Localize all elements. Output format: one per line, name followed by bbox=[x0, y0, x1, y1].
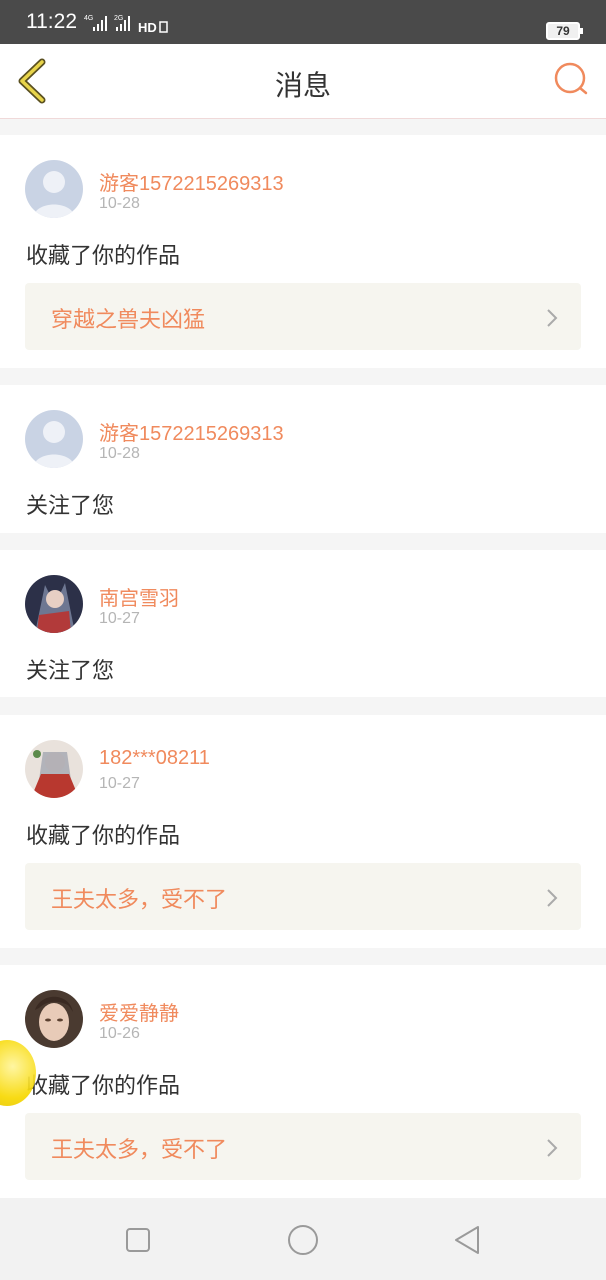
work-link[interactable]: 王夫太多，受不了 bbox=[25, 863, 581, 930]
message-card: 游客1572215269313 10-28 收藏了你的作品 穿越之兽夫凶猛 bbox=[0, 135, 606, 368]
anime-avatar-image bbox=[25, 740, 83, 798]
message-action: 关注了您 bbox=[26, 659, 115, 684]
work-link[interactable]: 穿越之兽夫凶猛 bbox=[25, 283, 581, 350]
user-name[interactable]: 182***08211 bbox=[99, 747, 210, 770]
signal-icons: 4G 2G HD bbox=[84, 15, 168, 35]
avatar[interactable] bbox=[25, 160, 83, 218]
anime-avatar-image bbox=[25, 575, 83, 633]
default-avatar-icon bbox=[25, 410, 83, 468]
recent-apps-icon[interactable] bbox=[122, 1224, 154, 1256]
svg-text:HD: HD bbox=[138, 20, 157, 35]
message-action: 收藏了你的作品 bbox=[26, 824, 181, 849]
work-title: 穿越之兽夫凶猛 bbox=[51, 308, 206, 333]
avatar[interactable] bbox=[25, 575, 83, 633]
user-name[interactable]: 爱爱静静 bbox=[99, 997, 179, 1026]
message-action: 关注了您 bbox=[26, 494, 115, 519]
avatar[interactable] bbox=[25, 410, 83, 468]
back-nav-icon[interactable] bbox=[452, 1224, 484, 1256]
battery-indicator: 79 bbox=[546, 22, 583, 40]
search-button[interactable] bbox=[552, 60, 592, 100]
chevron-right-icon bbox=[547, 889, 558, 907]
chevron-right-icon bbox=[547, 1139, 558, 1157]
message-date: 10-28 bbox=[99, 445, 140, 462]
avatar[interactable] bbox=[25, 990, 83, 1048]
search-icon bbox=[554, 62, 588, 95]
message-date: 10-27 bbox=[99, 610, 140, 627]
user-name[interactable]: 南宫雪羽 bbox=[99, 582, 179, 611]
user-name[interactable]: 游客1572215269313 bbox=[99, 167, 284, 196]
avatar[interactable] bbox=[25, 740, 83, 798]
page-title: 消息 bbox=[274, 69, 331, 102]
user-name[interactable]: 游客1572215269313 bbox=[99, 417, 284, 446]
message-card: 南宫雪羽 10-27 关注了您 bbox=[0, 550, 606, 697]
photo-avatar-image bbox=[25, 990, 83, 1048]
work-title: 王夫太多，受不了 bbox=[51, 1138, 228, 1163]
app-header: 消息 bbox=[0, 44, 606, 119]
svg-text:4G: 4G bbox=[84, 15, 93, 22]
message-date: 10-27 bbox=[99, 775, 140, 792]
message-card: 游客1572215269313 10-28 关注了您 bbox=[0, 385, 606, 533]
message-action: 收藏了你的作品 bbox=[26, 1074, 181, 1099]
work-link[interactable]: 王夫太多，受不了 bbox=[25, 1113, 581, 1180]
message-date: 10-28 bbox=[99, 195, 140, 212]
chevron-right-icon bbox=[547, 309, 558, 327]
message-card: 182***08211 10-27 收藏了你的作品 王夫太多，受不了 bbox=[0, 715, 606, 948]
system-nav-bar bbox=[0, 1198, 606, 1280]
home-icon[interactable] bbox=[287, 1224, 319, 1256]
default-avatar-icon bbox=[25, 160, 83, 218]
message-card: 爱爱静静 10-26 收藏了你的作品 王夫太多，受不了 bbox=[0, 965, 606, 1198]
message-action: 收藏了你的作品 bbox=[26, 244, 181, 269]
status-bar: 11:22 4G 2G HD 79 bbox=[0, 0, 606, 44]
status-time: 11:22 bbox=[26, 10, 77, 33]
work-title: 王夫太多，受不了 bbox=[51, 888, 228, 913]
svg-text:2G: 2G bbox=[114, 15, 123, 22]
message-date: 10-26 bbox=[99, 1025, 140, 1042]
